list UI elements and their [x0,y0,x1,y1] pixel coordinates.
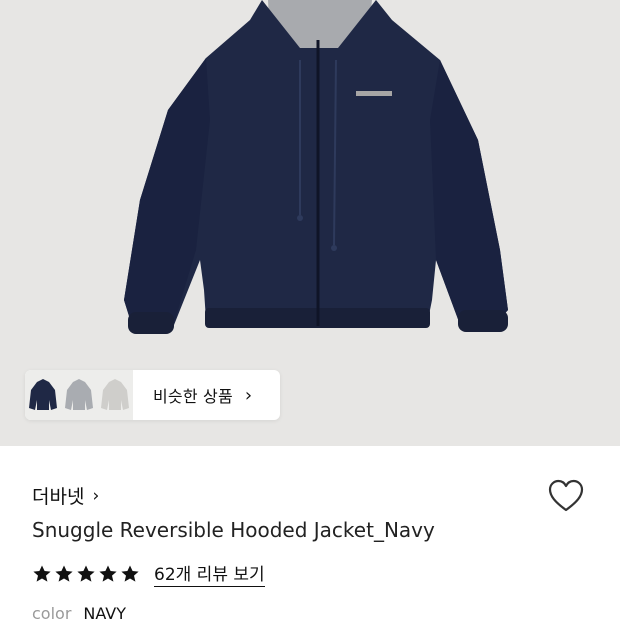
rating-row: 62개 리뷰 보기 [32,560,265,587]
star-icon [33,565,51,582]
light-gray-jacket-thumb [97,370,133,420]
heart-icon[interactable] [547,478,585,514]
navy-jacket-thumb [25,370,61,420]
similar-products-button[interactable]: 비슷한 상품 › [25,370,280,420]
product-title: Snuggle Reversible Hooded Jacket_Navy [32,518,435,542]
star-rating [32,564,140,584]
color-label: color [32,604,72,623]
color-row: color NAVY [32,604,126,623]
reviews-link[interactable]: 62개 리뷰 보기 [154,560,265,587]
product-info: 더바넷 › Snuggle Reversible Hooded Jacket_N… [0,446,620,623]
brand-link[interactable]: 더바넷 › [32,482,99,509]
gray-jacket-thumb [61,370,97,420]
star-icon [55,565,73,582]
brand-name: 더바넷 [32,486,85,508]
color-value: NAVY [83,604,127,623]
star-icon [121,565,139,582]
similar-products-label: 비슷한 상품 [153,387,233,406]
star-icon [99,565,117,582]
star-icon [77,565,95,582]
chevron-right-icon: › [92,485,100,506]
chevron-right-icon: › [244,384,253,406]
